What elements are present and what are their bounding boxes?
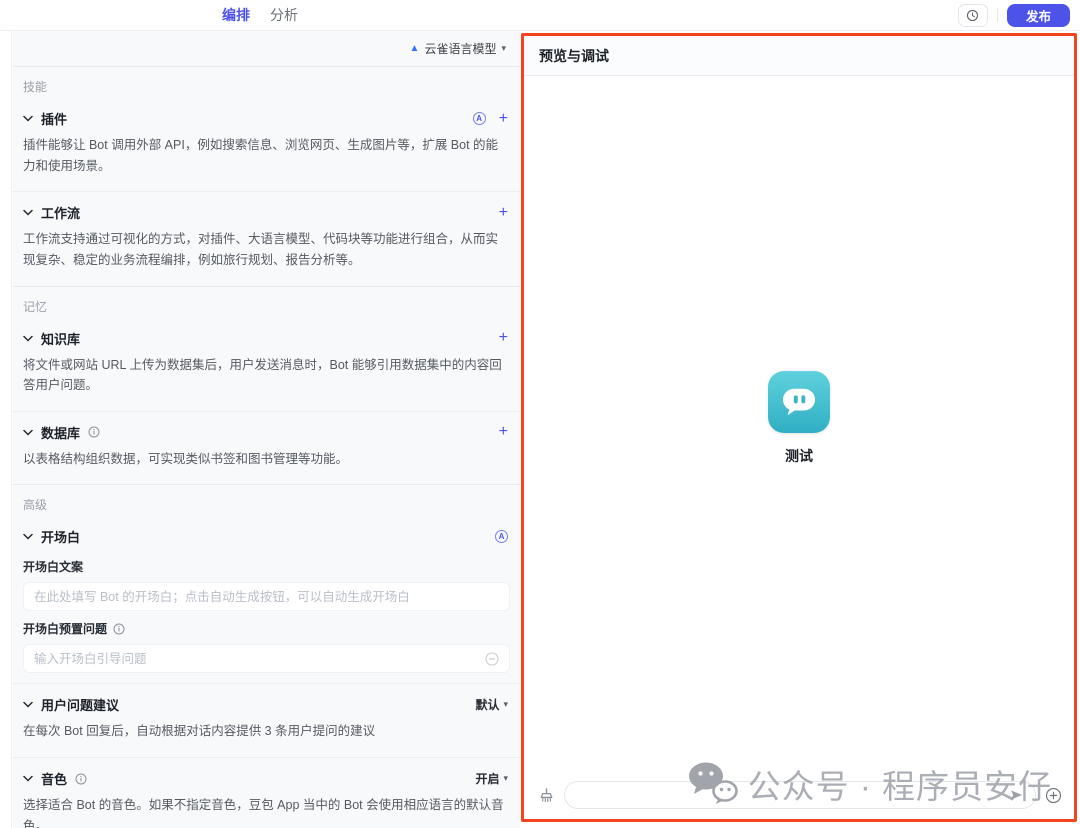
section-knowledge-desc: 将文件或网站 URL 上传为数据集后，用户发送消息时，Bot 能够引用数据集中的… [13,351,520,411]
chat-bubble-icon [780,385,818,419]
voice-toggle-value: 开启 [475,770,499,787]
model-selector[interactable]: ▲ 云雀语言模型 ▾ [13,31,520,66]
voice-toggle-dropdown[interactable]: 开启 ▾ [475,770,508,787]
chevron-down-icon[interactable] [23,701,33,708]
clear-context-icon[interactable] [538,787,555,804]
info-icon[interactable] [113,623,125,635]
add-circle-icon[interactable] [1045,787,1062,804]
group-label-memory: 记忆 [13,286,520,318]
history-button[interactable] [958,4,988,27]
opening-preset-label: 开场白预置问题 [13,611,520,644]
left-gutter [0,31,12,828]
section-knowledge-title: 知识库 [41,329,80,348]
chat-input[interactable] [576,788,1009,803]
chevron-down-icon[interactable] [23,429,33,436]
info-icon[interactable] [88,426,100,438]
chevron-down-icon[interactable] [23,115,33,122]
tab-analyze[interactable]: 分析 [270,5,298,25]
chat-bar [524,773,1074,821]
add-plugin-button[interactable]: + [499,111,508,127]
opening-preset-label-text: 开场白预置问题 [23,620,107,637]
main-tabs: 编排 分析 [0,0,520,30]
suggestion-mode-dropdown[interactable]: 默认 ▾ [475,696,508,713]
chevron-down-icon: ▾ [503,773,508,784]
chevron-down-icon[interactable] [23,335,33,342]
chevron-down-icon: ▾ [501,43,506,54]
auto-add-icon[interactable]: A [473,112,486,125]
section-database-title: 数据库 [41,423,80,442]
add-database-button[interactable]: + [499,424,508,440]
clock-history-icon [966,9,979,22]
section-plugin-title: 插件 [41,109,67,128]
model-icon: ▲ [410,44,420,54]
section-suggestion-desc: 在每次 Bot 回复后，自动根据对话内容提供 3 条用户提问的建议 [13,717,520,757]
group-label-skill: 技能 [13,66,520,98]
section-plugin-desc: 插件能够让 Bot 调用外部 API，例如搜索信息、浏览网页、生成图片等，扩展 … [13,131,520,191]
add-knowledge-button[interactable]: + [499,330,508,346]
section-voice-title: 音色 [41,769,67,788]
opening-preset-input[interactable] [34,652,485,666]
chevron-down-icon[interactable] [23,209,33,216]
preview-body: 测试 公众号 · 程序员安仔 [524,76,1074,821]
opening-text-inputwrap [23,582,510,611]
section-voice-header: 音色 开启 ▾ [13,758,520,791]
opening-preset-inputwrap [23,644,510,673]
remove-circle-icon[interactable] [485,652,499,666]
chevron-down-icon: ▾ [503,699,508,710]
preview-debug-panel: 预览与调试 测试 [521,33,1077,822]
suggestion-mode-value: 默认 [475,696,499,713]
topbar-actions: 发布 [958,0,1070,30]
section-suggestion-title: 用户问题建议 [41,695,119,714]
section-database-desc: 以表格结构组织数据，可实现类似书签和图书管理等功能。 [13,445,520,485]
send-icon[interactable] [1009,788,1024,802]
section-opening-header: 开场白 A [13,516,520,549]
chat-input-pill [564,781,1036,809]
tab-orchestrate[interactable]: 编排 [222,5,250,25]
auto-generate-icon[interactable]: A [495,530,508,543]
section-plugin-header: 插件 A + [13,98,520,131]
section-workflow-title: 工作流 [41,203,80,222]
bot-config-panel: ▲ 云雀语言模型 ▾ 技能 插件 A + 插件能够让 Bot 调用外部 API，… [13,31,520,828]
model-name: 云雀语言模型 [424,40,496,57]
section-knowledge-header: 知识库 + [13,318,520,351]
topbar-divider [997,8,998,22]
section-voice-desc: 选择适合 Bot 的音色。如果不指定音色，豆包 App 当中的 Bot 会使用相… [13,791,520,828]
preview-title: 预览与调试 [524,36,1074,76]
bot-name: 测试 [785,446,813,466]
section-workflow-header: 工作流 + [13,192,520,225]
opening-text-input[interactable] [34,590,499,604]
opening-text-label: 开场白文案 [13,549,520,582]
publish-button[interactable]: 发布 [1007,4,1070,27]
section-opening-title: 开场白 [41,527,80,546]
group-label-advanced: 高级 [13,484,520,516]
top-bar: 编排 分析 发布 [0,0,1080,31]
section-database-header: 数据库 + [13,412,520,445]
opening-text-label-text: 开场白文案 [23,558,83,575]
bot-identity: 测试 [524,371,1074,466]
section-workflow-desc: 工作流支持通过可视化的方式，对插件、大语言模型、代码块等功能进行组合，从而实现复… [13,225,520,285]
chevron-down-icon[interactable] [23,775,33,782]
bot-avatar [768,371,830,433]
add-workflow-button[interactable]: + [499,205,508,221]
chevron-down-icon[interactable] [23,533,33,540]
info-icon[interactable] [75,773,87,785]
section-suggestion-header: 用户问题建议 默认 ▾ [13,684,520,717]
